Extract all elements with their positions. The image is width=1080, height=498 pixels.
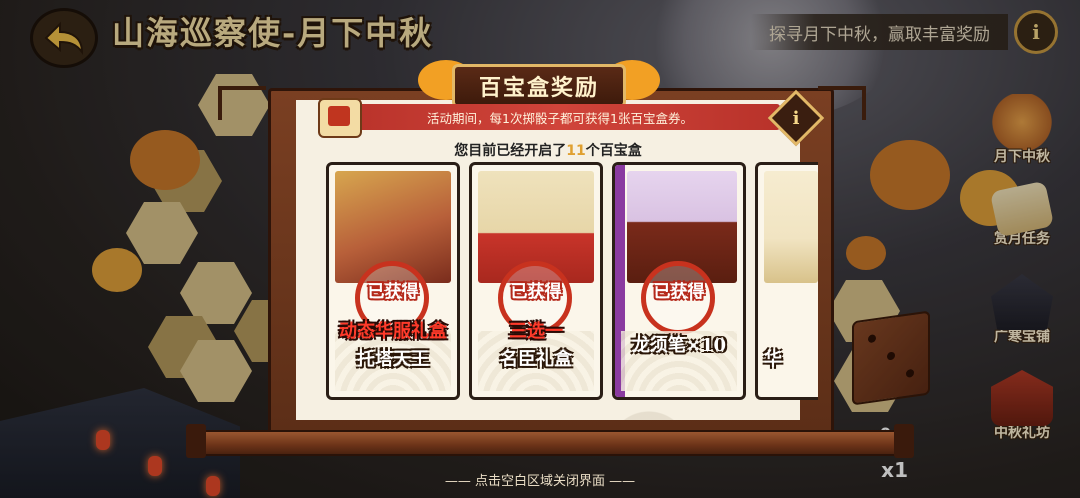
opened-count-text: 您目前已经开启了11个百宝盒	[296, 140, 800, 160]
scroll-rod	[196, 430, 906, 456]
opened-suffix: 个百宝盒	[585, 143, 642, 159]
modal-title: 百宝盒奖励	[452, 64, 626, 108]
scroll-rod-end	[186, 424, 206, 458]
obtained-label: 已获得	[653, 282, 705, 302]
obtained-label: 已获得	[367, 282, 419, 302]
opened-count: 11	[566, 143, 586, 159]
card-subtitle: 托塔天王	[357, 349, 429, 370]
reward-card[interactable]: 已获得 龙须笔×10	[612, 162, 746, 400]
close-hint[interactable]: —— 点击空白区域关闭界面 ——	[0, 470, 1080, 489]
card-subtitle: 名臣礼盒	[500, 349, 572, 370]
reward-card[interactable]: 已获得 动态华服礼盒 托塔天王	[326, 162, 460, 400]
card-title: 动态华服礼盒	[339, 321, 447, 342]
reward-card[interactable]: 已获得 三选一 名臣礼盒	[469, 162, 603, 400]
card-title: 三选一	[509, 321, 563, 342]
scroll-rod-end	[894, 424, 914, 458]
card-title: 龙须笔×10	[631, 335, 727, 356]
frame-corner-left	[218, 86, 266, 120]
obtained-label: 已获得	[510, 282, 562, 302]
lady-art	[764, 171, 818, 283]
card-subtitle: 华	[764, 349, 782, 370]
modal-title-plate: 百宝盒奖励	[452, 64, 626, 108]
reward-card[interactable]: 华	[755, 162, 818, 400]
opened-prefix: 您目前已经开启了	[454, 143, 567, 159]
notice-bar: 活动期间，每1次掷骰子都可获得1张百宝盒券。	[340, 104, 780, 130]
frame-corner-right	[818, 86, 866, 120]
info-icon: i	[792, 107, 800, 129]
ticket-icon	[318, 98, 362, 138]
